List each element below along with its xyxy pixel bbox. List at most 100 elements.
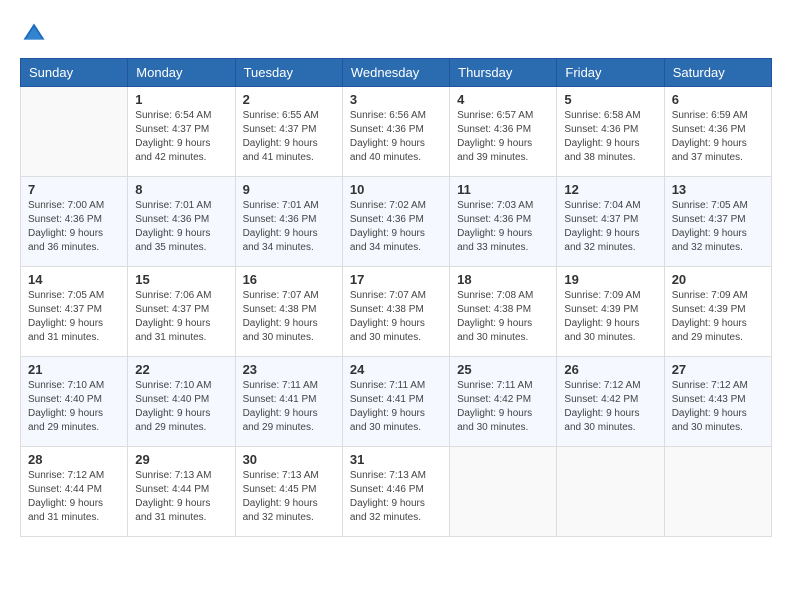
- day-info: Sunrise: 7:12 AMSunset: 4:43 PMDaylight:…: [672, 379, 764, 435]
- calendar-day-cell: 9 Sunrise: 7:01 AMSunset: 4:36 PMDaylight…: [235, 177, 342, 267]
- logo: [20, 20, 52, 48]
- day-number: 31: [350, 452, 442, 467]
- calendar-week-row: 1 Sunrise: 6:54 AMSunset: 4:37 PMDaylight…: [21, 87, 772, 177]
- calendar-day-cell: 18 Sunrise: 7:08 AMSunset: 4:38 PMDayligh…: [450, 267, 557, 357]
- day-number: 25: [457, 362, 549, 377]
- calendar-day-cell: 4 Sunrise: 6:57 AMSunset: 4:36 PMDaylight…: [450, 87, 557, 177]
- day-info: Sunrise: 6:56 AMSunset: 4:36 PMDaylight:…: [350, 109, 442, 165]
- calendar-day-cell: 21 Sunrise: 7:10 AMSunset: 4:40 PMDayligh…: [21, 357, 128, 447]
- day-info: Sunrise: 7:12 AMSunset: 4:42 PMDaylight:…: [564, 379, 656, 435]
- calendar-day-cell: 2 Sunrise: 6:55 AMSunset: 4:37 PMDaylight…: [235, 87, 342, 177]
- day-number: 5: [564, 92, 656, 107]
- calendar-day-cell: 25 Sunrise: 7:11 AMSunset: 4:42 PMDayligh…: [450, 357, 557, 447]
- calendar-day-cell: 24Sunrise: 7:11 AMSunset: 4:41 PMDayligh…: [342, 357, 449, 447]
- day-number: 17: [350, 272, 442, 287]
- calendar-day-cell: 29Sunrise: 7:13 AMSunset: 4:44 PMDayligh…: [128, 447, 235, 537]
- day-info: Sunrise: 7:04 AMSunset: 4:37 PMDaylight:…: [564, 199, 656, 255]
- day-number: 26: [564, 362, 656, 377]
- day-number: 6: [672, 92, 764, 107]
- day-number: 21: [28, 362, 120, 377]
- calendar-day-cell: 7Sunrise: 7:00 AMSunset: 4:36 PMDaylight…: [21, 177, 128, 267]
- day-number: 27: [672, 362, 764, 377]
- calendar-day-cell: 20Sunrise: 7:09 AMSunset: 4:39 PMDayligh…: [664, 267, 771, 357]
- day-number: 1: [135, 92, 227, 107]
- day-number: 2: [243, 92, 335, 107]
- day-number: 13: [672, 182, 764, 197]
- day-number: 10: [350, 182, 442, 197]
- calendar-day-header: Thursday: [450, 59, 557, 87]
- day-number: 8: [135, 182, 227, 197]
- day-info: Sunrise: 7:08 AMSunset: 4:38 PMDaylight:…: [457, 289, 549, 345]
- page-header: [20, 20, 772, 48]
- calendar-day-cell: 1 Sunrise: 6:54 AMSunset: 4:37 PMDaylight…: [128, 87, 235, 177]
- day-info: Sunrise: 7:11 AMSunset: 4:41 PMDaylight:…: [350, 379, 442, 435]
- day-info: Sunrise: 7:11 AMSunset: 4:42 PMDaylight:…: [457, 379, 549, 435]
- day-info: Sunrise: 6:59 AMSunset: 4:36 PMDaylight:…: [672, 109, 764, 165]
- day-number: 14: [28, 272, 120, 287]
- day-info: Sunrise: 7:03 AMSunset: 4:36 PMDaylight:…: [457, 199, 549, 255]
- day-info: Sunrise: 7:01 AMSunset: 4:36 PMDaylight:…: [135, 199, 227, 255]
- calendar-day-cell: 19Sunrise: 7:09 AMSunset: 4:39 PMDayligh…: [557, 267, 664, 357]
- day-info: Sunrise: 7:10 AMSunset: 4:40 PMDaylight:…: [28, 379, 120, 435]
- day-number: 11: [457, 182, 549, 197]
- calendar-week-row: 7Sunrise: 7:00 AMSunset: 4:36 PMDaylight…: [21, 177, 772, 267]
- day-info: Sunrise: 7:05 AMSunset: 4:37 PMDaylight:…: [28, 289, 120, 345]
- calendar-week-row: 21 Sunrise: 7:10 AMSunset: 4:40 PMDayligh…: [21, 357, 772, 447]
- day-number: 3: [350, 92, 442, 107]
- day-info: Sunrise: 7:11 AMSunset: 4:41 PMDaylight:…: [243, 379, 335, 435]
- day-info: Sunrise: 7:06 AMSunset: 4:37 PMDaylight:…: [135, 289, 227, 345]
- day-number: 18: [457, 272, 549, 287]
- calendar-day-header: Tuesday: [235, 59, 342, 87]
- calendar-day-cell: [21, 87, 128, 177]
- calendar-day-header: Monday: [128, 59, 235, 87]
- calendar-header-row: SundayMondayTuesdayWednesdayThursdayFrid…: [21, 59, 772, 87]
- day-number: 9: [243, 182, 335, 197]
- calendar-day-header: Wednesday: [342, 59, 449, 87]
- calendar-day-cell: 27 Sunrise: 7:12 AMSunset: 4:43 PMDayligh…: [664, 357, 771, 447]
- day-info: Sunrise: 6:58 AMSunset: 4:36 PMDaylight:…: [564, 109, 656, 165]
- day-info: Sunrise: 6:57 AMSunset: 4:36 PMDaylight:…: [457, 109, 549, 165]
- calendar-day-cell: [557, 447, 664, 537]
- calendar-day-cell: 12 Sunrise: 7:04 AMSunset: 4:37 PMDayligh…: [557, 177, 664, 267]
- day-number: 15: [135, 272, 227, 287]
- calendar-day-header: Sunday: [21, 59, 128, 87]
- calendar-day-cell: 3 Sunrise: 6:56 AMSunset: 4:36 PMDaylight…: [342, 87, 449, 177]
- calendar-day-cell: 8 Sunrise: 7:01 AMSunset: 4:36 PMDaylight…: [128, 177, 235, 267]
- calendar-day-cell: 10 Sunrise: 7:02 AMSunset: 4:36 PMDayligh…: [342, 177, 449, 267]
- calendar-day-cell: 15 Sunrise: 7:06 AMSunset: 4:37 PMDayligh…: [128, 267, 235, 357]
- calendar-table: SundayMondayTuesdayWednesdayThursdayFrid…: [20, 58, 772, 537]
- calendar-week-row: 28Sunrise: 7:12 AMSunset: 4:44 PMDayligh…: [21, 447, 772, 537]
- day-info: Sunrise: 7:13 AMSunset: 4:44 PMDaylight:…: [135, 469, 227, 525]
- calendar-day-cell: 26 Sunrise: 7:12 AMSunset: 4:42 PMDayligh…: [557, 357, 664, 447]
- calendar-week-row: 14 Sunrise: 7:05 AMSunset: 4:37 PMDayligh…: [21, 267, 772, 357]
- day-info: Sunrise: 6:55 AMSunset: 4:37 PMDaylight:…: [243, 109, 335, 165]
- day-info: Sunrise: 7:13 AMSunset: 4:46 PMDaylight:…: [350, 469, 442, 525]
- calendar-day-cell: 14 Sunrise: 7:05 AMSunset: 4:37 PMDayligh…: [21, 267, 128, 357]
- calendar-day-cell: 11 Sunrise: 7:03 AMSunset: 4:36 PMDayligh…: [450, 177, 557, 267]
- day-number: 22: [135, 362, 227, 377]
- day-number: 20: [672, 272, 764, 287]
- day-number: 16: [243, 272, 335, 287]
- day-info: Sunrise: 7:07 AMSunset: 4:38 PMDaylight:…: [243, 289, 335, 345]
- calendar-day-cell: 31 Sunrise: 7:13 AMSunset: 4:46 PMDayligh…: [342, 447, 449, 537]
- day-info: Sunrise: 7:13 AMSunset: 4:45 PMDaylight:…: [243, 469, 335, 525]
- day-number: 4: [457, 92, 549, 107]
- logo-icon: [20, 20, 48, 48]
- calendar-day-cell: [664, 447, 771, 537]
- day-info: Sunrise: 7:05 AMSunset: 4:37 PMDaylight:…: [672, 199, 764, 255]
- day-info: Sunrise: 7:01 AMSunset: 4:36 PMDaylight:…: [243, 199, 335, 255]
- calendar-day-cell: 28Sunrise: 7:12 AMSunset: 4:44 PMDayligh…: [21, 447, 128, 537]
- day-number: 12: [564, 182, 656, 197]
- day-info: Sunrise: 7:00 AMSunset: 4:36 PMDaylight:…: [28, 199, 120, 255]
- day-info: Sunrise: 7:02 AMSunset: 4:36 PMDaylight:…: [350, 199, 442, 255]
- calendar-day-cell: 22 Sunrise: 7:10 AMSunset: 4:40 PMDayligh…: [128, 357, 235, 447]
- day-info: Sunrise: 7:09 AMSunset: 4:39 PMDaylight:…: [564, 289, 656, 345]
- day-number: 28: [28, 452, 120, 467]
- calendar-day-header: Saturday: [664, 59, 771, 87]
- day-info: Sunrise: 6:54 AMSunset: 4:37 PMDaylight:…: [135, 109, 227, 165]
- day-info: Sunrise: 7:10 AMSunset: 4:40 PMDaylight:…: [135, 379, 227, 435]
- day-number: 30: [243, 452, 335, 467]
- calendar-day-cell: 13 Sunrise: 7:05 AMSunset: 4:37 PMDayligh…: [664, 177, 771, 267]
- calendar-day-cell: 5 Sunrise: 6:58 AMSunset: 4:36 PMDaylight…: [557, 87, 664, 177]
- calendar-day-cell: 16 Sunrise: 7:07 AMSunset: 4:38 PMDayligh…: [235, 267, 342, 357]
